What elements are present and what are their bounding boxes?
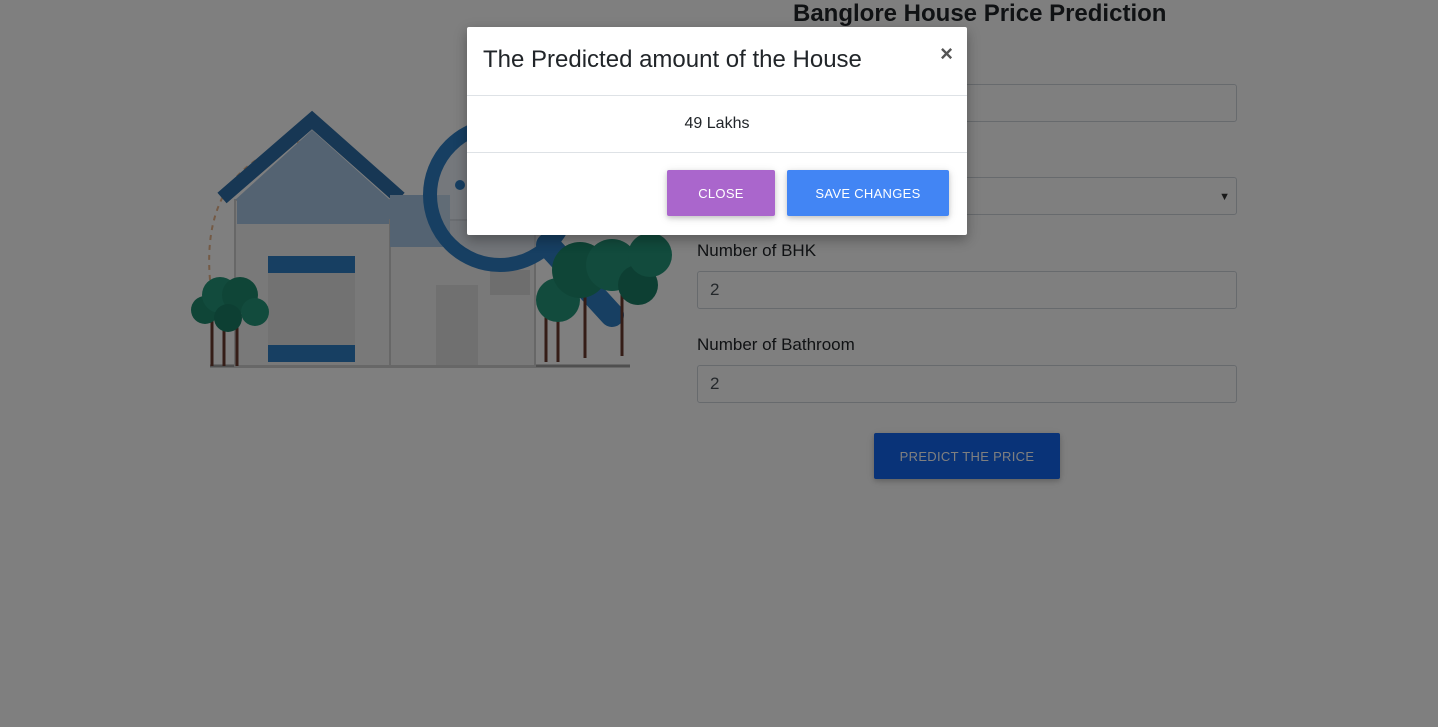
close-icon[interactable]: × bbox=[940, 41, 953, 67]
modal-footer: CLOSE SAVE CHANGES bbox=[467, 153, 967, 235]
modal-header: The Predicted amount of the House × bbox=[467, 27, 967, 96]
save-changes-button[interactable]: SAVE CHANGES bbox=[787, 170, 949, 216]
close-button[interactable]: CLOSE bbox=[667, 170, 775, 216]
prediction-modal: The Predicted amount of the House × 49 L… bbox=[467, 27, 967, 235]
predicted-price: 49 Lakhs bbox=[467, 96, 967, 153]
modal-title: The Predicted amount of the House bbox=[483, 46, 862, 73]
